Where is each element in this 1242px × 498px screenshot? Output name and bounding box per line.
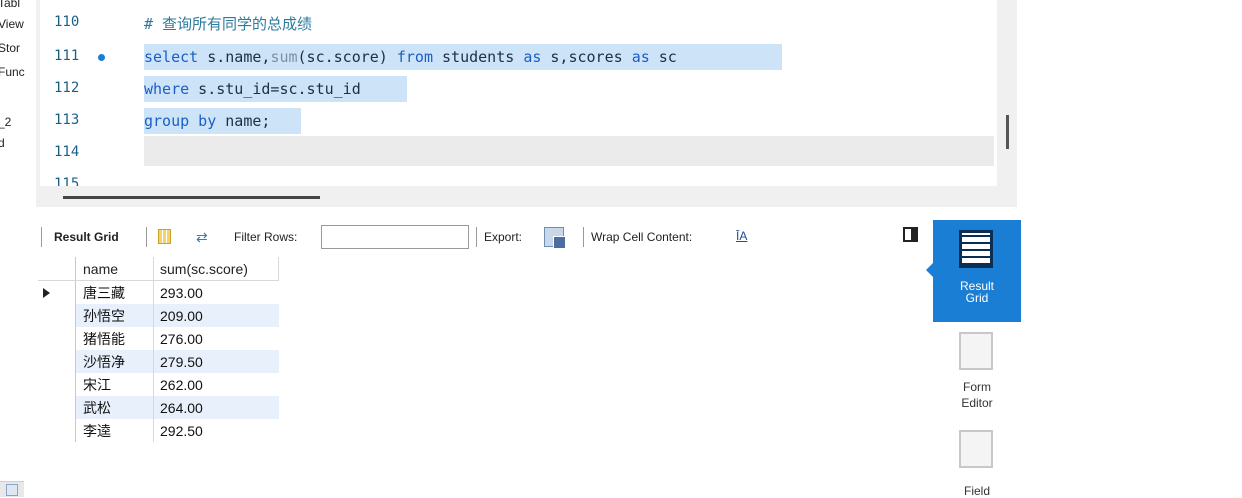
- line-number: 113: [54, 112, 80, 128]
- result-grid-tab[interactable]: Result Grid: [926, 220, 1021, 322]
- filter-rows-input[interactable]: [321, 225, 469, 249]
- toolbar-divider: [583, 227, 584, 247]
- sql-text: sc: [649, 48, 677, 66]
- cell-score[interactable]: 293.00: [154, 281, 279, 305]
- sql-text: s.stu_id=sc.stu_id: [189, 80, 361, 98]
- sql-text: s,scores: [541, 48, 632, 66]
- result-grid: name sum(sc.score) 唐三藏 293.00 孙悟空 209.00…: [38, 257, 279, 442]
- table-row[interactable]: 孙悟空 209.00: [38, 304, 279, 327]
- row-gutter[interactable]: [38, 396, 76, 419]
- navigator-item-stored-procedures[interactable]: Stor: [0, 41, 20, 55]
- schema-navigator: Tabl View Stor Func _2 d: [0, 0, 36, 497]
- row-gutter-header: [38, 257, 76, 281]
- navigator-item-db-2[interactable]: _2: [0, 115, 11, 129]
- sql-text: s.name,: [198, 48, 271, 66]
- sql-function: sum: [270, 48, 298, 66]
- result-grid-icon: [959, 230, 993, 268]
- line-number: 115: [54, 176, 80, 186]
- form-editor-tab-label[interactable]: Form: [933, 381, 1021, 393]
- export-icon[interactable]: [544, 227, 566, 249]
- row-gutter[interactable]: [38, 280, 76, 304]
- table-row[interactable]: 唐三藏 293.00: [38, 280, 279, 305]
- toolbar-divider: [41, 227, 42, 247]
- sql-keyword: select: [144, 48, 199, 66]
- cell-score[interactable]: 276.00: [154, 327, 279, 350]
- sql-text: name;: [216, 112, 271, 130]
- form-editor-icon[interactable]: [959, 332, 993, 370]
- column-header-name[interactable]: name: [75, 257, 154, 281]
- sql-keyword: from: [396, 48, 433, 66]
- sql-keyword: group by: [144, 112, 217, 130]
- code-line-113[interactable]: group by name;: [144, 108, 301, 134]
- current-row-icon: [43, 288, 50, 298]
- table-header-row: name sum(sc.score): [38, 257, 279, 281]
- cell-name[interactable]: 宋江: [75, 373, 154, 396]
- cell-score[interactable]: 262.00: [154, 373, 279, 396]
- result-grid-label: Result Grid: [54, 230, 119, 244]
- toolbar-divider: [146, 227, 147, 247]
- result-panel: Result Grid ⇄ Filter Rows: Export: Wrap …: [36, 207, 933, 497]
- wrap-cell-content-label: Wrap Cell Content:: [591, 230, 693, 244]
- row-gutter[interactable]: [38, 419, 76, 442]
- cell-name[interactable]: 唐三藏: [75, 280, 154, 304]
- cell-name[interactable]: 李逵: [75, 419, 154, 442]
- table-row[interactable]: 宋江 262.00: [38, 373, 279, 396]
- navigator-scrollbar[interactable]: [0, 481, 24, 497]
- grid-view-icon[interactable]: [158, 229, 171, 244]
- result-side-panel: Result Grid Form Editor Field: [926, 220, 1021, 497]
- scroll-right-icon[interactable]: [6, 484, 18, 496]
- navigator-item-views[interactable]: View: [0, 17, 24, 31]
- result-grid-tab-label: Grid: [965, 291, 989, 305]
- cell-score[interactable]: 264.00: [153, 396, 279, 419]
- code-comment[interactable]: # 查询所有同学的总成绩: [144, 11, 312, 37]
- navigator-item-functions[interactable]: Func: [0, 65, 25, 79]
- row-gutter[interactable]: [38, 373, 76, 396]
- row-gutter[interactable]: [38, 350, 76, 373]
- form-editor-tab-label[interactable]: Editor: [933, 397, 1021, 409]
- table-row[interactable]: 李逵 292.50: [38, 419, 279, 442]
- cell-name[interactable]: 沙悟净: [75, 350, 154, 373]
- table-row[interactable]: 猪悟能 276.00: [38, 327, 279, 350]
- cell-name[interactable]: 猪悟能: [75, 327, 154, 350]
- current-line-highlight: [144, 136, 994, 166]
- column-header-sum[interactable]: sum(sc.score): [153, 257, 279, 281]
- sql-text: students: [433, 48, 524, 66]
- toolbar-divider: [476, 227, 477, 247]
- row-gutter[interactable]: [38, 327, 76, 350]
- code-line-112[interactable]: where s.stu_id=sc.stu_id: [144, 76, 407, 102]
- line-number: 110: [54, 14, 80, 30]
- sql-keyword: where: [144, 80, 190, 98]
- navigator-item-tables[interactable]: Tabl: [0, 0, 20, 10]
- filter-arrows-icon[interactable]: ⇄: [196, 229, 208, 246]
- toggle-panel-icon[interactable]: [903, 227, 918, 242]
- code-line-111[interactable]: select s.name,sum(sc.score) from student…: [144, 44, 782, 70]
- table-row[interactable]: 武松 264.00: [38, 396, 279, 419]
- editor-horizontal-scrollbar[interactable]: [63, 196, 320, 199]
- sql-keyword: as: [523, 48, 542, 66]
- field-types-tab-label[interactable]: Field: [933, 485, 1021, 497]
- wrap-cell-icon[interactable]: ĪA: [736, 229, 747, 243]
- line-number: 111: [54, 48, 80, 64]
- result-toolbar: Result Grid ⇄ Filter Rows: Export: Wrap …: [36, 223, 933, 249]
- cell-name[interactable]: 武松: [75, 396, 154, 419]
- field-types-icon[interactable]: [959, 430, 993, 468]
- export-label: Export:: [484, 230, 523, 244]
- filter-rows-label: Filter Rows:: [234, 230, 298, 244]
- navigator-item-db-d[interactable]: d: [0, 136, 5, 150]
- line-number: 114: [54, 144, 80, 160]
- sql-text: (sc.score): [297, 48, 397, 66]
- statement-marker-icon: [98, 54, 105, 61]
- editor-vertical-scrollbar[interactable]: [1006, 115, 1009, 149]
- cell-name[interactable]: 孙悟空: [75, 304, 154, 327]
- cell-score[interactable]: 209.00: [153, 304, 279, 327]
- sql-editor[interactable]: 110 # 查询所有同学的总成绩 111 select s.name,sum(s…: [40, 0, 997, 186]
- cell-score[interactable]: 292.50: [154, 419, 279, 442]
- sql-keyword: as: [631, 48, 650, 66]
- cell-score[interactable]: 279.50: [153, 350, 279, 373]
- table-row[interactable]: 沙悟净 279.50: [38, 350, 279, 373]
- row-gutter[interactable]: [38, 304, 76, 327]
- line-number: 112: [54, 80, 80, 96]
